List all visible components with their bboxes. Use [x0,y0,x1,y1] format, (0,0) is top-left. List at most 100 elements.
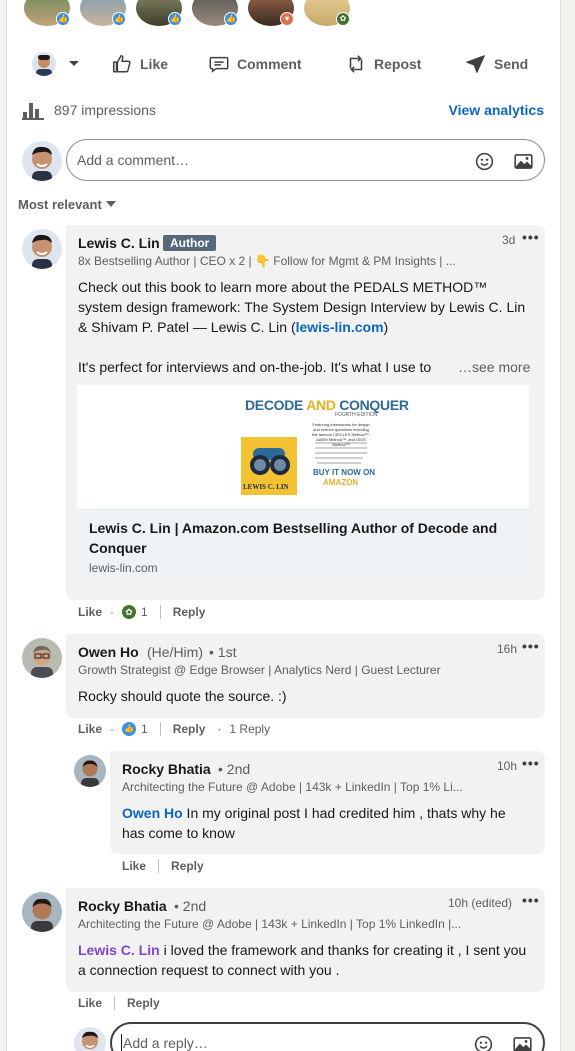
comment-placeholder: Add a comment… [77,152,190,168]
commenter-headline: Architecting the Future @ Adobe | 143k +… [78,917,462,931]
caret-down-icon [69,61,79,66]
comment-actions: Like · 👍 1 Reply · 1 Reply [78,722,270,736]
repost-button[interactable]: Repost [345,44,421,84]
link-preview-domain: lewis-lin.com [89,561,158,575]
avatar[interactable] [74,1027,106,1051]
connection-degree: • 2nd [218,761,251,777]
avatar[interactable] [22,141,62,181]
comment-text-part: It's perfect for interviews and on-the-j… [78,359,432,375]
like-reaction-icon: 👍 [168,12,182,26]
commenter-name[interactable]: Rocky Bhatia [122,761,211,777]
emoji-icon[interactable] [473,1034,494,1051]
dot-separator: · [110,722,115,736]
like-reaction-icon: 👍 [224,12,238,26]
like-reaction-icon: 👍 [112,12,126,26]
reaction-count[interactable]: 1 [141,722,148,736]
emoji-icon[interactable] [474,151,495,172]
impressions[interactable]: 897 impressions [22,100,156,120]
like-button[interactable]: Like [78,722,102,736]
commenter-name[interactable]: Owen Ho [78,644,139,660]
avatar[interactable] [22,638,62,678]
divider [159,722,161,736]
social-action-bar: Like Comment Repost Send [0,44,575,84]
like-button[interactable]: Like [78,605,102,619]
reply-button[interactable]: Reply [173,605,206,619]
comment-timestamp: 16h [497,642,518,656]
connection-degree: • 2nd [174,898,207,914]
like-reaction-icon: 👍 [122,722,137,736]
book-title: DECODE AND CONQUER [245,397,409,413]
repost-icon [349,55,363,73]
image-icon[interactable] [513,151,534,172]
comment-text: Check out this book to learn more about … [78,277,534,337]
dot-separator: · [217,722,222,736]
comment-icon [209,56,229,73]
reply-button[interactable]: Reply [127,996,160,1010]
commenter-headline: Growth Strategist @ Edge Browser | Analy… [78,663,441,677]
send-button[interactable]: Send [465,44,528,84]
repost-label: Repost [374,56,422,72]
book-title-word: AND [306,397,336,413]
more-options-icon[interactable]: ••• [522,755,540,771]
comment-timestamp: 3d [502,233,516,247]
comment-text-second: It's perfect for interviews and on-the-j… [78,357,450,377]
like-button[interactable]: Like [111,44,168,84]
link-preview-body: Lewis C. Lin | Amazon.com Bestselling Au… [77,510,529,575]
like-button[interactable]: Like [78,996,102,1010]
image-icon[interactable] [512,1034,533,1051]
avatar[interactable] [74,755,106,787]
comment-actions: Like · ✿ 1 Reply [78,605,205,619]
comment-button[interactable]: Comment [208,44,302,84]
comment-text-part: ) [383,319,389,335]
commenter-headline: 8x Bestselling Author | CEO x 2 | 👇 Foll… [78,254,456,268]
replies-count[interactable]: 1 Reply [229,722,270,736]
commenter-name[interactable]: Lewis C. Lin [78,235,160,251]
book-edition: FOURTH EDITION [335,412,378,418]
text-cursor [121,1034,122,1051]
book-cover-image: DECODE AND CONQUER FOURTH EDITION Featur… [77,385,529,510]
comment-timestamp: 10h [497,759,518,773]
impressions-count: 897 impressions [54,102,156,118]
reply-button[interactable]: Reply [173,722,206,736]
comment-label: Comment [237,56,302,72]
send-label: Send [494,56,529,72]
book-buy: BUY IT NOW ON [313,468,376,477]
connection-degree: • 1st [209,644,237,660]
link-preview[interactable]: DECODE AND CONQUER FOURTH EDITION Featur… [77,385,529,575]
divider [159,605,161,619]
caret-down-icon [105,201,116,207]
reply-actions: Like Reply [122,859,204,873]
avatar[interactable] [22,892,62,932]
commenter-name[interactable]: Rocky Bhatia [78,898,167,914]
more-options-icon[interactable]: ••• [522,638,540,654]
avatar[interactable] [22,229,62,269]
dot-separator: · [110,605,115,619]
mention-link[interactable]: Lewis C. Lin [78,942,160,958]
book-buy-where: AMAZON [323,478,359,487]
thumbs-up-icon [113,55,131,73]
actor-switcher[interactable] [32,44,87,84]
like-button[interactable]: Like [122,859,146,873]
avatar [32,52,56,76]
reply-button[interactable]: Reply [171,859,204,873]
support-reaction-icon: ✿ [122,605,137,619]
view-analytics-link[interactable]: View analytics [449,102,544,118]
reply-input[interactable]: Add a reply… [110,1022,545,1051]
bar-chart-icon [22,103,44,120]
mention-link[interactable]: Owen Ho [122,805,183,821]
book-title-word: CONQUER [339,397,409,413]
more-options-icon[interactable]: ••• [522,892,540,908]
reaction-count[interactable]: 1 [141,605,148,619]
sort-label: Most relevant [18,197,102,212]
love-reaction-icon: ♥ [280,12,294,26]
sort-dropdown[interactable]: Most relevant [18,197,116,212]
comment-timestamp: 10h (edited) [448,896,513,910]
comment-text: Lewis C. Lin i loved the framework and t… [78,940,534,980]
see-more-button[interactable]: …see more [458,357,530,377]
reply-text: Owen Ho In my original post I had credit… [122,803,532,843]
link-preview-title: Lewis C. Lin | Amazon.com Bestselling Au… [89,520,498,556]
like-label: Like [140,56,169,72]
more-options-icon[interactable]: ••• [522,229,540,245]
comment-input[interactable]: Add a comment… [66,139,545,181]
comment-link[interactable]: lewis-lin.com [296,319,384,335]
